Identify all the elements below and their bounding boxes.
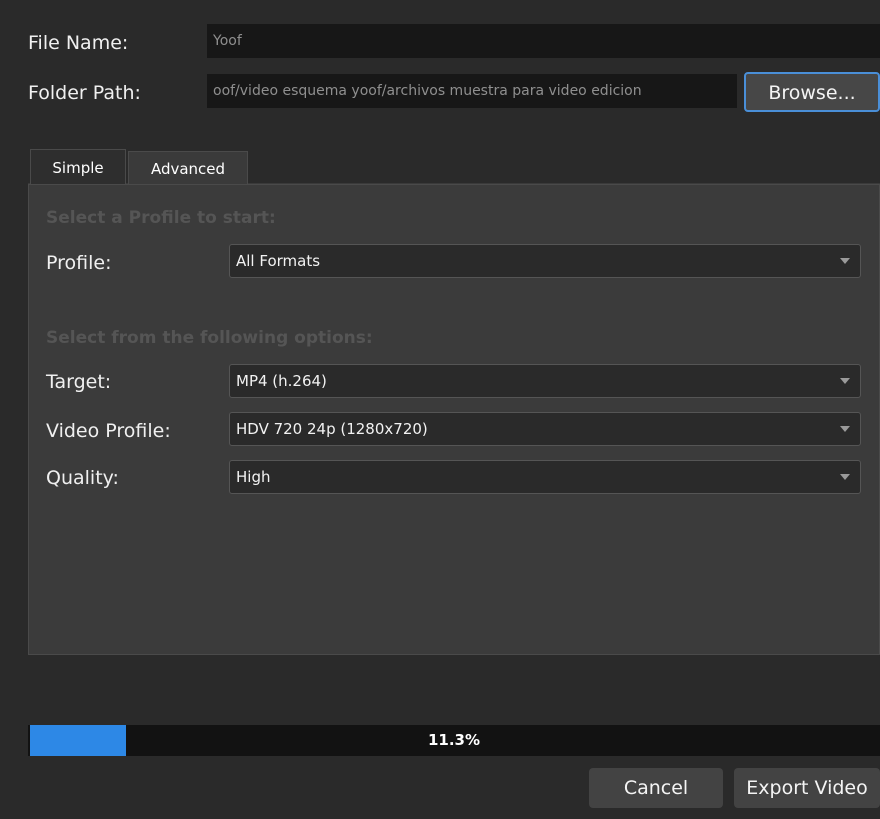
export-video-button[interactable]: Export Video	[734, 768, 880, 808]
quality-label: Quality:	[46, 467, 119, 489]
tab-advanced[interactable]: Advanced	[128, 151, 248, 185]
progress-bar: 11.3%	[28, 725, 880, 756]
browse-button[interactable]: Browse...	[744, 72, 880, 112]
profile-label: Profile:	[46, 252, 112, 274]
profile-select-value: All Formats	[236, 252, 321, 270]
video-profile-label: Video Profile:	[46, 420, 171, 442]
chevron-down-icon	[840, 426, 850, 432]
quality-select[interactable]: High	[229, 460, 861, 494]
target-select[interactable]: MP4 (h.264)	[229, 364, 861, 398]
quality-select-value: High	[236, 468, 271, 486]
video-profile-select[interactable]: HDV 720 24p (1280x720)	[229, 412, 861, 446]
chevron-down-icon	[840, 474, 850, 480]
cancel-button[interactable]: Cancel	[589, 768, 723, 808]
options-hint: Select from the following options:	[46, 328, 373, 348]
chevron-down-icon	[840, 258, 850, 264]
target-label: Target:	[46, 371, 112, 393]
folder-path-input[interactable]: oof/video esquema yoof/archivos muestra …	[207, 74, 737, 108]
file-name-label: File Name:	[28, 32, 129, 54]
chevron-down-icon	[840, 378, 850, 384]
profile-select[interactable]: All Formats	[229, 244, 861, 278]
progress-text: 11.3%	[427, 731, 481, 749]
folder-path-label: Folder Path:	[28, 82, 141, 104]
target-select-value: MP4 (h.264)	[236, 372, 327, 390]
profile-hint: Select a Profile to start:	[46, 208, 276, 228]
file-name-input[interactable]: Yoof	[207, 24, 880, 58]
video-profile-select-value: HDV 720 24p (1280x720)	[236, 420, 428, 438]
tab-simple[interactable]: Simple	[30, 149, 126, 185]
